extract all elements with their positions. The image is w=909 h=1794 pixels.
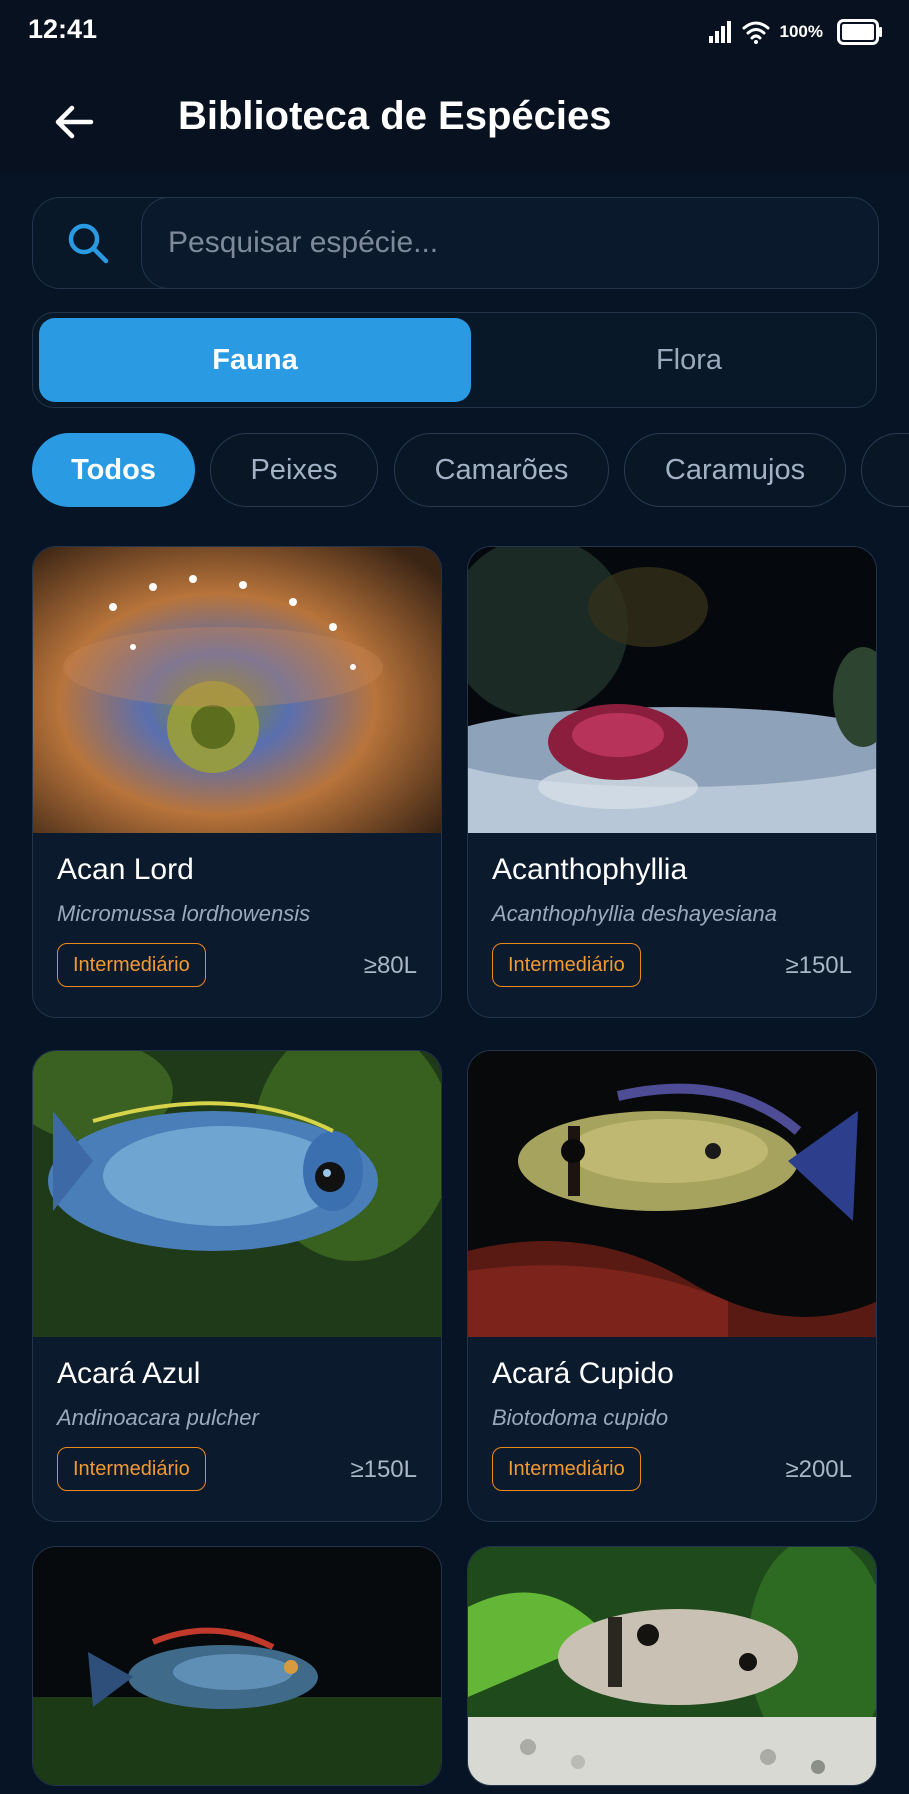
min-volume: ≥150L xyxy=(350,1456,417,1483)
species-card[interactable]: Acan Lord Micromussa lordhowensis Interm… xyxy=(32,546,442,1018)
chip-peixes[interactable]: Peixes xyxy=(210,433,378,507)
species-card[interactable]: Acará Cupido Biotodoma cupido Intermediá… xyxy=(467,1050,877,1522)
segment-flora[interactable]: Flora xyxy=(473,318,905,402)
app-bar: Biblioteca de Espécies xyxy=(0,64,909,172)
difficulty-badge: Intermediário xyxy=(492,943,641,987)
min-volume: ≥200L xyxy=(785,1456,852,1483)
species-scientific-name: Biotodoma cupido xyxy=(492,1405,669,1430)
species-scientific-name: Acanthophyllia deshayesiana xyxy=(492,901,777,926)
chip-caramujos[interactable]: Caramujos xyxy=(624,433,846,507)
species-name: Acará Azul xyxy=(57,1357,201,1390)
species-image xyxy=(33,547,441,833)
signal-icon xyxy=(708,21,731,43)
page-title: Biblioteca de Espécies xyxy=(178,94,612,138)
back-button[interactable] xyxy=(44,92,104,152)
species-card[interactable] xyxy=(32,1546,442,1786)
species-image xyxy=(468,1547,876,1785)
species-name: Acará Cupido xyxy=(492,1357,674,1390)
status-bar: 12:41 100% xyxy=(0,0,909,64)
species-card[interactable]: Acanthophyllia Acanthophyllia deshayesia… xyxy=(467,546,877,1018)
wifi-icon xyxy=(742,21,770,44)
filter-chips: Todos Peixes Camarões Caramujos xyxy=(32,433,909,507)
segment-fauna[interactable]: Fauna xyxy=(39,318,471,402)
species-name: Acan Lord xyxy=(57,853,194,886)
search-bar xyxy=(32,196,879,289)
species-scientific-name: Micromussa lordhowensis xyxy=(57,901,311,926)
species-image xyxy=(33,1051,441,1337)
difficulty-badge: Intermediário xyxy=(57,943,206,987)
battery-percent: 100% xyxy=(779,22,823,41)
arrow-left-icon xyxy=(55,105,94,139)
search-icon xyxy=(68,223,109,263)
battery-icon xyxy=(837,19,882,45)
min-volume: ≥80L xyxy=(363,952,417,979)
search-button[interactable] xyxy=(33,198,143,287)
species-card[interactable]: Acará Azul Andinoacara pulcher Intermedi… xyxy=(32,1050,442,1522)
species-image xyxy=(468,1051,876,1337)
status-icons: 100% xyxy=(708,16,883,48)
difficulty-badge: Intermediário xyxy=(57,1447,206,1491)
species-scientific-name: Andinoacara pulcher xyxy=(57,1405,259,1430)
chip-more[interactable] xyxy=(861,433,909,507)
species-card[interactable] xyxy=(467,1546,877,1786)
species-name: Acanthophyllia xyxy=(492,853,688,886)
species-image xyxy=(33,1547,441,1785)
difficulty-badge: Intermediário xyxy=(492,1447,641,1491)
min-volume: ≥150L xyxy=(785,952,852,979)
chip-camaroes[interactable]: Camarões xyxy=(394,433,609,507)
status-time: 12:41 xyxy=(28,14,98,44)
species-image xyxy=(468,547,876,833)
search-input[interactable] xyxy=(141,196,879,289)
chip-todos[interactable]: Todos xyxy=(32,433,195,507)
category-segmented-control: Fauna Flora xyxy=(32,312,877,408)
